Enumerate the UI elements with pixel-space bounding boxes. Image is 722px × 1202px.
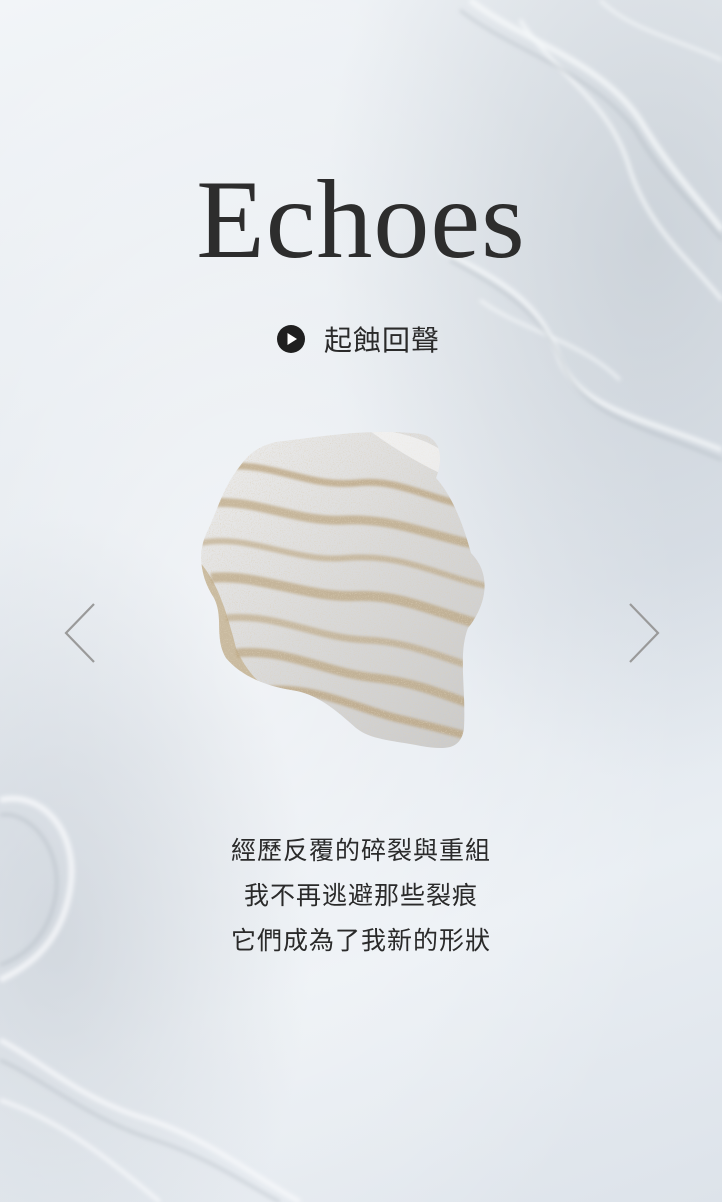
chevron-right-icon[interactable] (622, 600, 662, 666)
play-button[interactable]: 起蝕回聲 (276, 318, 440, 360)
poem-line: 經歷反覆的碎裂與重組 (230, 836, 491, 865)
play-circle-icon[interactable] (276, 324, 306, 354)
page-title: Echoes (196, 158, 526, 282)
play-label: 起蝕回聲 (324, 324, 441, 357)
poem-text: 經歷反覆的碎裂與重組 我不再逃避那些裂痕 它們成為了我新的形狀 (0, 828, 722, 963)
poem-line: 我不再逃避那些裂痕 (243, 881, 478, 910)
marbled-stone-image (201, 431, 485, 749)
poem-line: 它們成為了我新的形狀 (230, 926, 491, 955)
chevron-left-icon[interactable] (62, 600, 102, 666)
